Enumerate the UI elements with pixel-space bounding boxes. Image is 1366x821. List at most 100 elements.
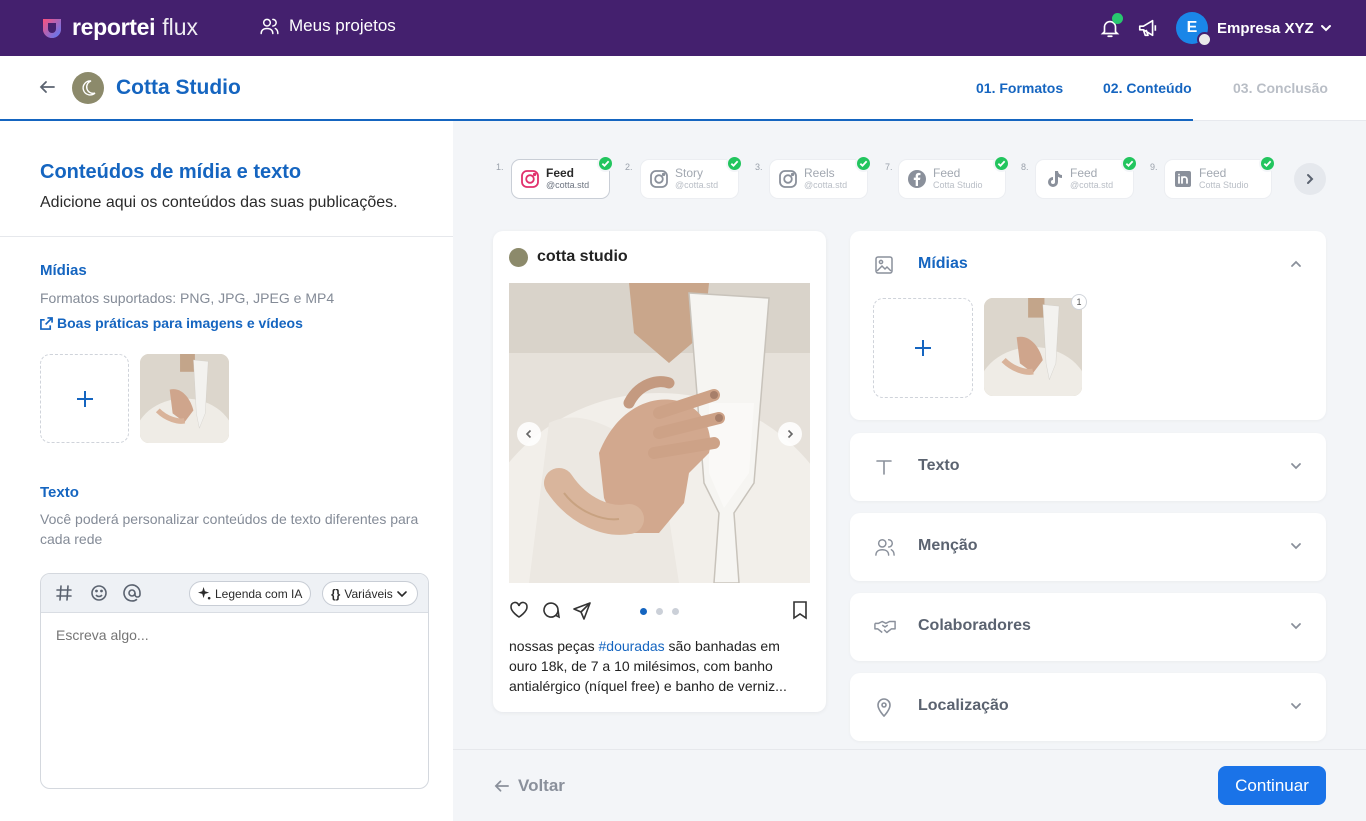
- location-accordion-title: Localização: [918, 697, 1009, 714]
- network-format: Feed: [1070, 166, 1098, 180]
- top-bar: reportei flux Meus projetos E Empresa XY…: [0, 0, 1366, 56]
- external-link-icon: [40, 316, 53, 330]
- best-practices-link[interactable]: Boas práticas para imagens e vídeos: [40, 315, 303, 331]
- network-tab-linkedin-feed[interactable]: Feed Cotta Studio: [1164, 155, 1276, 199]
- photo-thumbnail-image: [984, 298, 1082, 396]
- continue-button[interactable]: Continuar: [1218, 766, 1326, 805]
- check-icon: [1259, 155, 1276, 172]
- tabs-next-button[interactable]: [1294, 163, 1326, 195]
- network-tab-number: 7.: [885, 162, 893, 172]
- network-tab-tiktok-feed[interactable]: Feed @cotta.std: [1035, 155, 1138, 199]
- mention-accordion[interactable]: Menção: [850, 513, 1326, 581]
- text-editor: Legenda com IA {} Variáveis: [40, 573, 429, 789]
- network-tab-label: Feed @cotta.std: [546, 167, 589, 191]
- arrow-left-icon: [494, 780, 509, 792]
- carousel-dot[interactable]: [640, 608, 647, 615]
- users-icon: [875, 539, 895, 556]
- step-content[interactable]: 02. Conteúdo: [1103, 80, 1192, 96]
- back-arrow-icon[interactable]: [38, 78, 56, 96]
- share-icon[interactable]: [572, 600, 592, 620]
- text-accordion-title: Texto: [918, 457, 960, 474]
- add-media-button[interactable]: [40, 354, 129, 443]
- chevron-left-icon: [525, 429, 532, 439]
- text-accordion[interactable]: Texto: [850, 433, 1326, 501]
- map-pin-icon: [877, 698, 891, 717]
- caption-textarea[interactable]: [56, 627, 411, 643]
- caption-hashtag[interactable]: #douradas: [599, 638, 665, 654]
- divider: [0, 236, 453, 237]
- chevron-down-icon: [397, 590, 407, 597]
- media-section-title: Mídias: [40, 262, 87, 279]
- network-handle: Cotta Studio: [1199, 180, 1249, 190]
- preview-image: [509, 283, 810, 583]
- preview-caption: nossas peças #douradas são banhadas em o…: [509, 636, 810, 696]
- panel-subtitle: Adicione aqui os conteúdos das suas publ…: [40, 194, 398, 211]
- step-conclusion: 03. Conclusão: [1233, 80, 1328, 96]
- comment-icon[interactable]: [541, 600, 561, 620]
- network-format: Feed: [1199, 166, 1227, 180]
- client-avatar: [72, 72, 104, 104]
- linkedin-icon: [1175, 171, 1191, 187]
- media-accordion[interactable]: Mídias 1: [850, 231, 1326, 420]
- notification-dot: [1112, 13, 1123, 24]
- emoji-icon[interactable]: [90, 584, 108, 602]
- chevron-down-icon: [1320, 25, 1331, 32]
- plus-icon: [915, 340, 931, 356]
- network-tab-instagram-reels[interactable]: Reels @cotta.std: [769, 155, 872, 199]
- media-thumbnail[interactable]: 1: [984, 294, 1087, 396]
- variables-dropdown[interactable]: {} Variáveis: [322, 581, 418, 606]
- carousel-dot[interactable]: [656, 608, 663, 615]
- chevron-down-icon: [1291, 703, 1301, 710]
- check-icon: [726, 155, 743, 172]
- collaborators-accordion[interactable]: Colaboradores: [850, 593, 1326, 661]
- network-format: Story: [675, 166, 704, 180]
- announcements-button[interactable]: [1136, 17, 1160, 39]
- my-projects-link[interactable]: Meus projetos: [259, 16, 396, 36]
- media-accordion-title: Mídias: [918, 255, 968, 272]
- variables-label: Variáveis: [344, 586, 393, 601]
- network-tab-number: 2.: [625, 162, 633, 172]
- carousel-next-button[interactable]: [778, 422, 802, 446]
- bookmark-icon[interactable]: [791, 600, 809, 620]
- step-formats[interactable]: 01. Formatos: [976, 80, 1063, 96]
- client-name: Cotta Studio: [116, 76, 241, 99]
- mention-at-icon[interactable]: [123, 584, 141, 602]
- panel-title: Conteúdos de mídia e texto: [40, 161, 302, 183]
- company-initial: E: [1186, 19, 1198, 36]
- footer-bar: Voltar Continuar: [453, 749, 1366, 821]
- logo-icon: [43, 18, 61, 38]
- heart-icon[interactable]: [509, 600, 529, 620]
- users-icon: [260, 18, 279, 35]
- post-photo-image: [509, 283, 810, 583]
- chevron-down-icon: [1291, 463, 1301, 470]
- back-label: Voltar: [518, 776, 565, 795]
- network-tab-label: Feed @cotta.std: [1070, 167, 1113, 191]
- network-format: Reels: [804, 166, 835, 180]
- media-thumbnail[interactable]: [140, 354, 229, 443]
- network-tab-facebook-feed[interactable]: Feed Cotta Studio: [898, 155, 1010, 199]
- media-order-badge: 1: [1071, 294, 1087, 310]
- back-button[interactable]: Voltar: [493, 776, 565, 796]
- carousel-prev-button[interactable]: [517, 422, 541, 446]
- network-tab-instagram-story[interactable]: Story @cotta.std: [640, 155, 743, 199]
- company-avatar: E: [1176, 12, 1212, 47]
- left-panel: Conteúdos de mídia e texto Adicione aqui…: [0, 121, 453, 821]
- network-tab-label: Reels @cotta.std: [804, 167, 847, 191]
- add-media-button[interactable]: [873, 298, 973, 398]
- hashtag-icon[interactable]: [55, 584, 73, 602]
- ai-caption-button[interactable]: Legenda com IA: [189, 581, 312, 606]
- network-handle: @cotta.std: [675, 180, 719, 190]
- location-accordion[interactable]: Localização: [850, 673, 1326, 741]
- chevron-right-icon: [787, 429, 794, 439]
- company-menu[interactable]: E Empresa XYZ: [1176, 12, 1332, 47]
- check-icon: [1121, 155, 1138, 172]
- network-handle: @cotta.std: [546, 180, 590, 190]
- notifications-button[interactable]: [1099, 13, 1123, 39]
- network-handle: @cotta.std: [804, 180, 848, 190]
- app-logo[interactable]: reportei flux: [40, 14, 198, 41]
- sparkle-icon: [198, 587, 211, 600]
- check-icon: [597, 155, 614, 172]
- check-icon: [993, 155, 1010, 172]
- carousel-dot[interactable]: [672, 608, 679, 615]
- network-tab-instagram-feed[interactable]: Feed @cotta.std: [511, 155, 614, 199]
